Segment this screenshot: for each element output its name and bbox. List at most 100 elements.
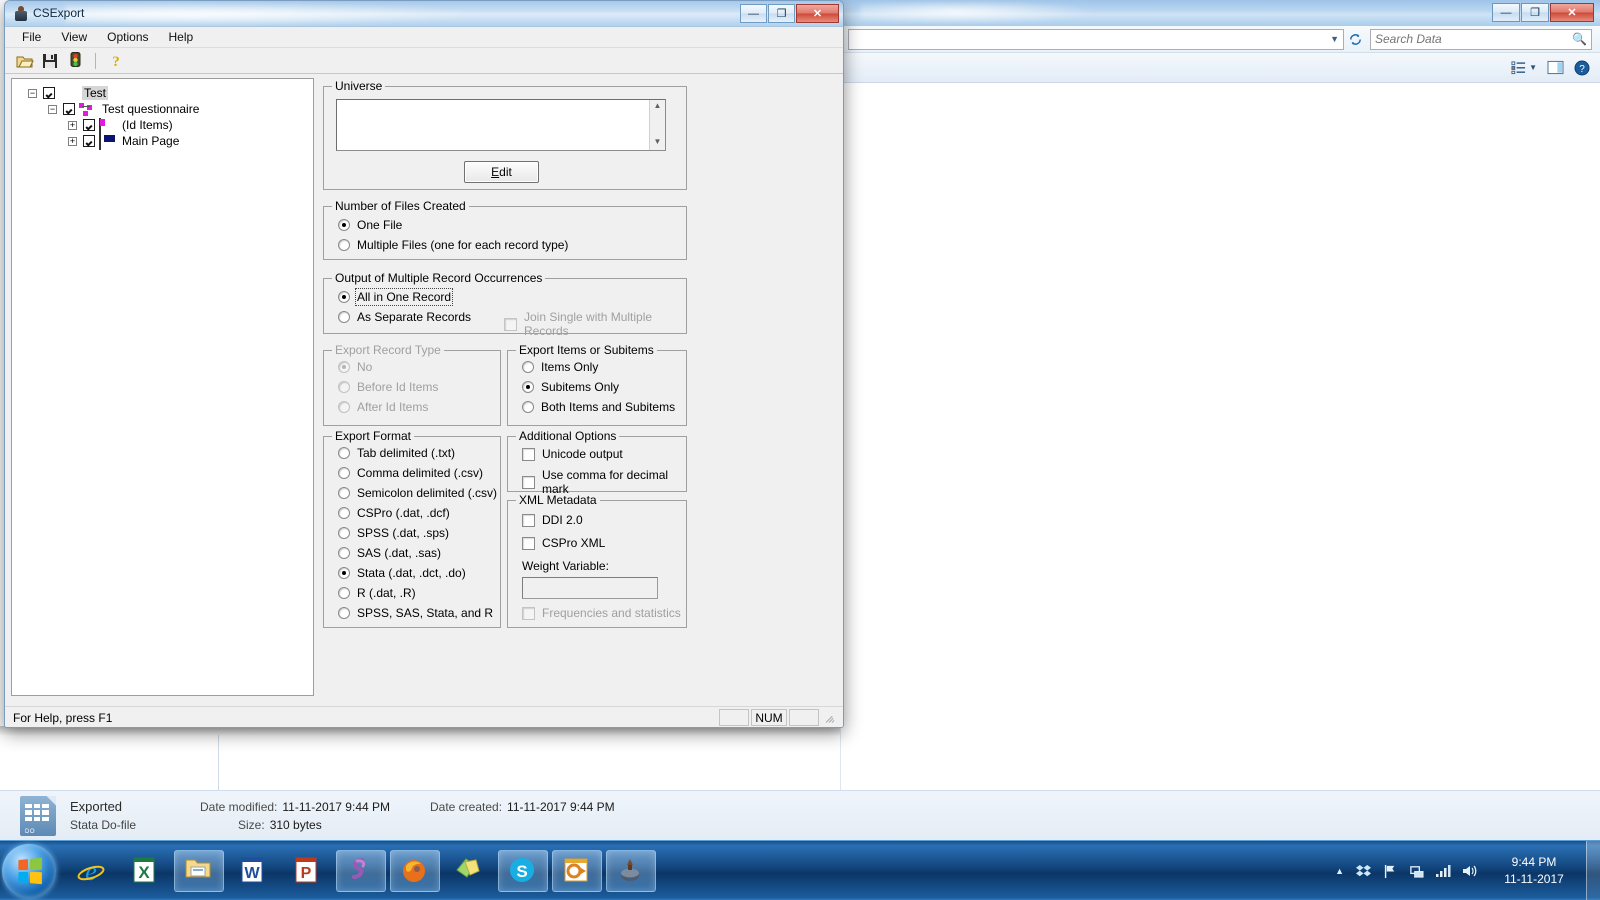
checkbox-comma-decimal-mark[interactable]: Use comma for decimal mark	[522, 468, 686, 496]
radio-comma-delimited[interactable]: Comma delimited (.csv)	[338, 466, 483, 480]
radio-as-separate-records[interactable]: As Separate Records	[338, 310, 471, 324]
radio-cspro-format[interactable]: CSPro (.dat, .dcf)	[338, 506, 450, 520]
explorer-titlebar[interactable]: — ❐ ✕	[840, 0, 1600, 26]
checkbox-label: Use comma for decimal mark	[542, 468, 669, 496]
weight-variable-input[interactable]	[522, 577, 658, 599]
taskbar-item-excel[interactable]: X	[120, 850, 170, 892]
tree-item-id-items[interactable]: + (Id Items)	[16, 117, 309, 134]
checkbox-cspro-xml[interactable]: CSPro XML	[522, 536, 605, 550]
taskbar-item-powerpoint[interactable]: P	[282, 850, 332, 892]
tree-item-test-questionnaire[interactable]: − Test questionnaire	[16, 101, 309, 117]
radio-subitems-only[interactable]: Subitems Only	[522, 380, 619, 394]
tree-checkbox[interactable]	[63, 103, 75, 115]
expander-icon[interactable]: −	[48, 104, 57, 114]
show-desktop-button[interactable]	[1586, 841, 1600, 900]
open-icon[interactable]	[15, 51, 35, 71]
explorer-file-list[interactable]	[840, 83, 1600, 790]
refresh-icon[interactable]	[1344, 29, 1366, 50]
chevron-down-icon[interactable]: ▼	[1529, 63, 1537, 72]
taskbar-item-skype[interactable]: S	[498, 849, 548, 892]
menu-view[interactable]: View	[52, 28, 96, 46]
word-icon: W	[238, 856, 268, 886]
scroll-down-icon[interactable]: ▼	[654, 136, 662, 150]
explorer-minimize-button[interactable]: —	[1492, 3, 1520, 22]
taskbar-item-windows-explorer[interactable]	[174, 849, 224, 892]
views-icon[interactable]: ▼	[1511, 60, 1537, 75]
address-input[interactable]: ▼	[848, 28, 1344, 50]
csexport-close-button[interactable]: ✕	[796, 4, 839, 23]
start-button[interactable]	[2, 843, 56, 898]
network-icon[interactable]	[1409, 864, 1424, 879]
xml-metadata-group: XML Metadata DDI 2.0 CSPro XML Weight Va…	[507, 493, 687, 628]
explorer-window: — ❐ ✕ ▼ 🔍	[840, 0, 1600, 790]
radio-spss-format[interactable]: SPSS (.dat, .sps)	[338, 526, 449, 540]
search-box[interactable]: 🔍	[1370, 28, 1592, 50]
universe-edit-button[interactable]: Edit	[464, 161, 539, 183]
explorer-close-button[interactable]: ✕	[1550, 3, 1594, 22]
help-icon[interactable]: ?	[1574, 60, 1590, 76]
taskbar-item-firefox[interactable]	[390, 849, 440, 892]
radio-tab-delimited[interactable]: Tab delimited (.txt)	[338, 446, 455, 460]
help-icon[interactable]: ?	[106, 51, 126, 71]
outlook-icon	[562, 856, 592, 886]
address-dropdown-icon[interactable]: ▼	[1330, 34, 1339, 44]
taskbar-item-internet-explorer[interactable]: e	[66, 850, 116, 892]
checkbox-box-icon	[522, 475, 535, 489]
radio-both-items-and-subitems[interactable]: Both Items and Subitems	[522, 400, 675, 414]
signal-bars-icon[interactable]	[1435, 864, 1451, 878]
taskbar-item-cspro[interactable]	[606, 849, 656, 892]
tree-item-main-page[interactable]: + Main Page	[16, 133, 309, 150]
save-icon[interactable]	[40, 51, 60, 71]
csexport-maximize-button[interactable]: ❐	[768, 4, 795, 23]
dictionary-tree[interactable]: − Test − Test questionnaire + (Id Items)…	[11, 78, 314, 696]
radio-items-only[interactable]: Items Only	[522, 360, 598, 374]
tree-item-test[interactable]: − Test	[16, 85, 309, 101]
checkbox-ddi-2-0[interactable]: DDI 2.0	[522, 513, 583, 527]
run-export-icon[interactable]	[65, 51, 85, 71]
csexport-minimize-button[interactable]: —	[740, 4, 767, 23]
universe-scrollbar[interactable]: ▲ ▼	[649, 100, 665, 150]
scroll-up-icon[interactable]: ▲	[654, 100, 662, 114]
radio-all-in-one-record[interactable]: All in One Record	[338, 288, 454, 306]
action-center-flag-icon[interactable]	[1383, 864, 1398, 879]
radio-semicolon-delimited[interactable]: Semicolon delimited (.csv)	[338, 486, 497, 500]
taskbar-item-outlook[interactable]	[552, 849, 602, 892]
resize-grip-icon[interactable]	[823, 711, 837, 725]
expander-icon[interactable]: +	[68, 120, 77, 130]
stata-do-file-icon: DO	[20, 795, 56, 836]
radio-multiple-files[interactable]: Multiple Files (one for each record type…	[338, 238, 568, 252]
excel-icon: X	[130, 856, 160, 886]
universe-textbox[interactable]: ▲ ▼	[336, 99, 666, 151]
radio-r-format[interactable]: R (.dat, .R)	[338, 586, 416, 600]
menu-options[interactable]: Options	[98, 28, 157, 46]
taskbar-item-sticky-notes[interactable]	[444, 850, 494, 892]
detail-date-created-label: Date created:	[430, 800, 503, 814]
checkbox-unicode-output[interactable]: Unicode output	[522, 447, 623, 461]
taskbar-item-word[interactable]: W	[228, 850, 278, 892]
powerpoint-icon: P	[292, 856, 322, 886]
radio-one-file[interactable]: One File	[338, 218, 402, 232]
csexport-titlebar[interactable]: CSExport — ❐ ✕	[5, 1, 843, 27]
expander-icon[interactable]: −	[28, 88, 37, 98]
volume-icon[interactable]	[1462, 864, 1478, 878]
detail-date-modified-value: 11-11-2017 9:44 PM	[282, 800, 390, 814]
tree-label: (Id Items)	[122, 118, 173, 132]
expander-icon[interactable]: +	[68, 136, 77, 146]
radio-all-formats[interactable]: SPSS, SAS, Stata, and R	[338, 606, 493, 620]
tree-checkbox[interactable]	[83, 119, 95, 131]
explorer-maximize-button[interactable]: ❐	[1521, 3, 1549, 22]
menu-help[interactable]: Help	[160, 28, 203, 46]
preview-pane-icon[interactable]	[1547, 60, 1564, 75]
radio-label: Subitems Only	[541, 380, 620, 394]
universe-text-area[interactable]	[337, 100, 649, 150]
radio-stata-format[interactable]: Stata (.dat, .dct, .do)	[338, 566, 466, 580]
tree-checkbox[interactable]	[43, 87, 55, 99]
show-hidden-icons-icon[interactable]: ▲	[1335, 866, 1344, 876]
menu-file[interactable]: File	[13, 28, 50, 46]
taskbar-item-spss[interactable]	[336, 849, 386, 892]
search-input[interactable]	[1375, 32, 1573, 46]
dropbox-icon[interactable]	[1355, 864, 1372, 879]
radio-sas-format[interactable]: SAS (.dat, .sas)	[338, 546, 441, 560]
tree-checkbox[interactable]	[83, 135, 95, 147]
taskbar-clock[interactable]: 9:44 PM 11-11-2017	[1488, 854, 1580, 888]
